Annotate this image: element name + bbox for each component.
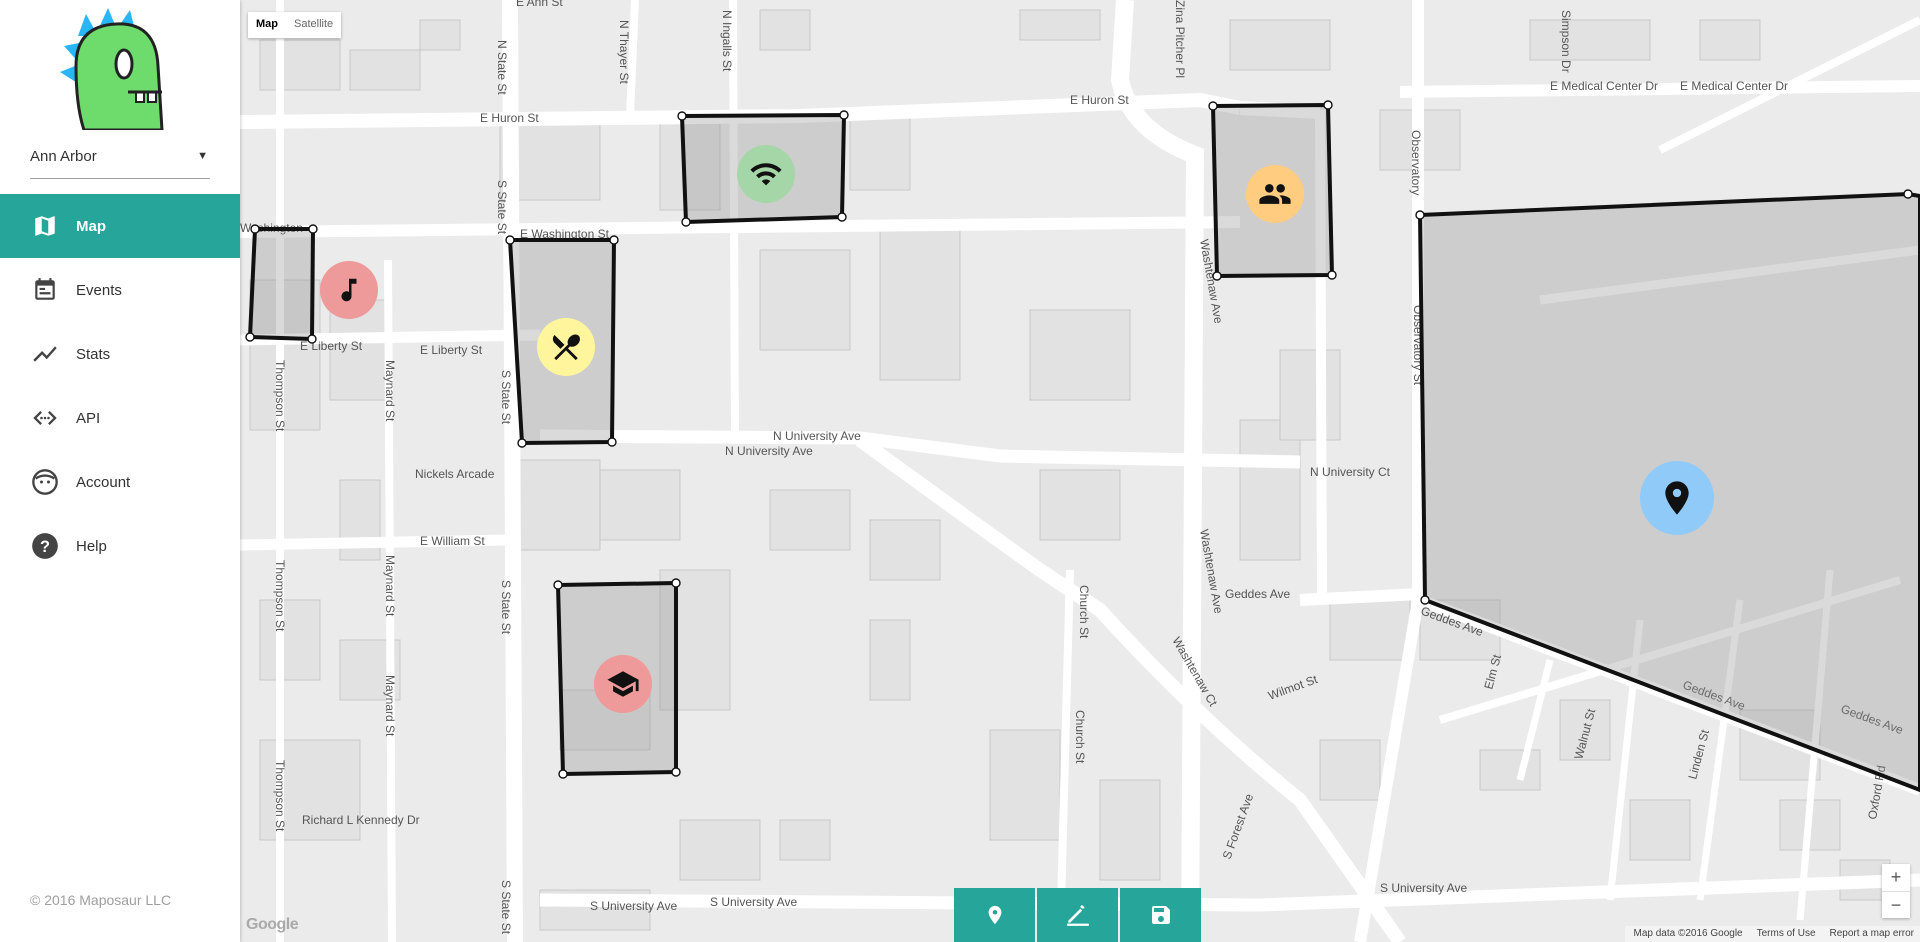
street-label: Richard L Kennedy Dr (302, 813, 420, 827)
map-type-map-button[interactable]: Map (248, 12, 286, 38)
face-icon (30, 467, 60, 497)
street-label: Nickels Arcade (415, 467, 495, 481)
people-icon (1259, 184, 1291, 204)
street-label: S State St (499, 580, 513, 635)
street-label: E Liberty St (420, 343, 483, 357)
copyright-text: © 2016 Maposaur LLC (30, 892, 172, 908)
code-icon (30, 403, 60, 433)
svg-text:?: ? (40, 538, 50, 556)
add-marker-button[interactable] (954, 888, 1035, 942)
report-map-error-link[interactable]: Report a map error (1830, 928, 1914, 942)
street-label: N University Ave (773, 429, 861, 443)
sidebar: Ann Arbor ▼ Map Events Stats API Account… (0, 0, 240, 942)
zoom-control: + − (1882, 864, 1910, 918)
city-select[interactable]: Ann Arbor ▼ (30, 140, 210, 179)
street-label: E Huron St (480, 111, 539, 125)
street-label: E Ann St (516, 0, 563, 9)
street-label: Maynard St (383, 360, 397, 422)
street-label: N Thayer St (617, 20, 631, 84)
marker-location[interactable] (1640, 461, 1714, 535)
nav-item-label: Stats (76, 345, 111, 363)
street-label: Observatory (1409, 130, 1423, 195)
region-music[interactable] (248, 227, 315, 341)
city-select-value: Ann Arbor (30, 148, 97, 165)
graduation-cap-icon (607, 671, 639, 697)
street-label: Thompson St (273, 360, 287, 432)
nav-item-stats[interactable]: Stats (0, 322, 240, 386)
street-label: S State St (499, 370, 513, 425)
pencil-icon (1066, 905, 1089, 926)
music-note-icon (341, 278, 357, 302)
calendar-icon (30, 275, 60, 305)
zoom-in-button[interactable]: + (1882, 864, 1910, 892)
terms-of-use-link[interactable]: Terms of Use (1757, 928, 1816, 942)
street-label: N State St (495, 40, 509, 95)
street-label: Simpson Dr (1559, 10, 1573, 73)
zoom-out-button[interactable]: − (1882, 892, 1910, 919)
street-label: Maynard St (383, 675, 397, 737)
nav-item-help[interactable]: ? Help (0, 514, 240, 578)
marker-food[interactable] (537, 318, 595, 376)
nav-item-label: Map (76, 217, 106, 235)
street-label: E Medical Center Dr (1680, 79, 1788, 93)
maposaur-logo (60, 8, 164, 130)
street-label: Church St (1077, 585, 1091, 639)
map-icon (30, 211, 60, 241)
map-edit-toolbar (954, 888, 1201, 942)
street-label: N University Ave (725, 444, 813, 458)
chart-line-icon (30, 339, 60, 369)
wifi-icon (750, 163, 782, 186)
marker-education[interactable] (594, 655, 652, 713)
nav-item-map[interactable]: Map (0, 194, 240, 258)
dropdown-caret-icon: ▼ (197, 150, 208, 162)
nav-item-label: Account (76, 473, 131, 491)
map-pin-icon (988, 905, 1001, 925)
street-label: Church St (1073, 710, 1087, 764)
street-label: E Huron St (1070, 93, 1129, 107)
nav-item-label: Events (76, 281, 122, 299)
marker-music[interactable] (320, 261, 378, 319)
nav-item-events[interactable]: Events (0, 258, 240, 322)
street-label: Zina Pitcher Pl (1173, 0, 1187, 78)
nav-item-label: API (76, 409, 101, 427)
save-button[interactable] (1120, 888, 1201, 942)
marker-wifi[interactable] (737, 145, 795, 203)
street-label: E William St (420, 534, 485, 548)
nav-item-api[interactable]: API (0, 386, 240, 450)
nav-item-label: Help (76, 537, 107, 555)
map-canvas[interactable]: E Huron St E Huron St E Washington St Wa… (240, 0, 1920, 942)
sidebar-nav: Map Events Stats API Account ? Help (0, 194, 240, 578)
street-label: Maynard St (383, 555, 397, 617)
help-icon: ? (30, 531, 60, 561)
map-attribution: Map data ©2016 Google Terms of Use Repor… (1625, 926, 1920, 942)
nav-item-account[interactable]: Account (0, 450, 240, 514)
street-label: S University Ave (1380, 881, 1467, 895)
street-label: Geddes Ave (1225, 587, 1290, 601)
google-logo: Google (246, 916, 299, 933)
map-pin-icon (1665, 481, 1689, 515)
street-label: S University Ave (710, 895, 797, 909)
street-label: Thompson St (273, 560, 287, 632)
save-icon (1151, 906, 1170, 924)
street-label: N Ingalls St (720, 10, 734, 72)
street-label: E Medical Center Dr (1550, 79, 1658, 93)
street-label: S State St (499, 880, 513, 935)
street-label: Thompson St (273, 760, 287, 832)
street-label: S University Ave (590, 899, 677, 913)
utensils-icon (552, 334, 580, 361)
street-label: N University Ct (1310, 465, 1391, 479)
street-label: S State St (495, 180, 509, 235)
draw-region-button[interactable] (1037, 888, 1118, 942)
map-data-text: Map data ©2016 Google (1633, 928, 1743, 939)
marker-people[interactable] (1246, 165, 1304, 223)
map-type-satellite-button[interactable]: Satellite (286, 12, 341, 38)
map-type-control: Map Satellite (248, 12, 342, 38)
